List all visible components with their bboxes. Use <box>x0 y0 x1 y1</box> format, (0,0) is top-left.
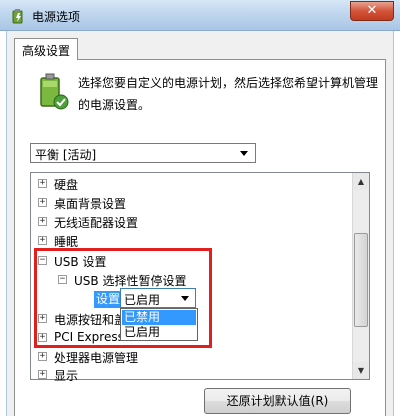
tree-item-label: 无线适配器设置 <box>54 216 139 230</box>
power-options-icon <box>12 9 23 24</box>
close-button[interactable]: ✕ <box>350 1 394 21</box>
expand-icon[interactable]: + <box>38 352 47 361</box>
tree-item-label: 处理器电源管理 <box>54 351 139 365</box>
tree-item-label: 显示 <box>54 369 79 383</box>
tree-item-label: 桌面背景设置 <box>54 197 127 211</box>
expand-icon[interactable]: + <box>38 179 47 188</box>
close-icon: ✕ <box>366 3 378 18</box>
scroll-thumb[interactable] <box>354 233 368 327</box>
tree-scrollbar[interactable]: ▲ ▼ <box>352 173 369 379</box>
expand-icon[interactable]: + <box>38 236 47 245</box>
plan-selected-value: 平衡 [活动] <box>35 148 97 162</box>
instruction-text: 选择您要自定义的电源计划，然后选择您希望计算机管理的电源设置。 <box>78 76 379 112</box>
annotation-highlight-box <box>34 248 212 348</box>
expand-icon[interactable]: + <box>38 370 47 379</box>
tab-advanced-settings[interactable]: 高级设置 <box>14 38 78 60</box>
scroll-down-icon[interactable]: ▼ <box>353 362 369 379</box>
window-title: 电源选项 <box>32 10 81 24</box>
scroll-up-icon[interactable]: ▲ <box>353 173 369 190</box>
tab-label: 高级设置 <box>22 44 71 58</box>
expand-icon[interactable]: + <box>38 198 47 207</box>
title-bar: 电源选项 ✕ <box>0 0 400 31</box>
chevron-down-icon <box>240 151 248 156</box>
expand-icon[interactable]: + <box>38 217 47 226</box>
battery-icon <box>40 73 69 110</box>
power-plan-select[interactable]: 平衡 [活动] <box>30 143 256 163</box>
tree-item-label: 硬盘 <box>54 178 79 192</box>
restore-defaults-button[interactable]: 还原计划默认值(R) <box>204 388 351 414</box>
